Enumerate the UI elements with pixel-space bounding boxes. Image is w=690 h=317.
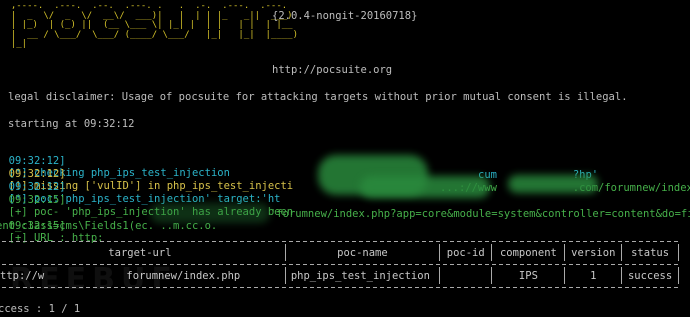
cell-poc-id bbox=[439, 267, 493, 284]
col-target-url: target-url bbox=[0, 244, 286, 261]
redaction-blur bbox=[360, 176, 490, 198]
freebuf-watermark: REEBUF bbox=[10, 262, 178, 297]
col-status: status bbox=[621, 244, 679, 261]
pocsuite-ascii-logo: ,----. .---. .--. .---. . . .-. .---. .-… bbox=[10, 1, 299, 49]
starting-time: starting at 09:32:12 bbox=[8, 118, 135, 130]
cell-status: success bbox=[621, 267, 679, 284]
table-header-row: target-url poc-name poc-id component ver… bbox=[0, 244, 679, 261]
cell-version: 1 bbox=[564, 267, 623, 284]
cell-poc-name: php_ips_test_injection bbox=[284, 267, 441, 284]
redaction-blur bbox=[150, 203, 270, 223]
version-label: {2.0.4-nongit-20160718} bbox=[272, 10, 418, 22]
success-summary: ccess : 1 / 1 bbox=[0, 303, 81, 315]
cell-component: IPS bbox=[491, 267, 566, 284]
legal-disclaimer: legal disclaimer: Usage of pocsuite for … bbox=[8, 91, 628, 103]
redaction-blur bbox=[508, 175, 598, 193]
log-time: 09:32:15] bbox=[8, 194, 66, 206]
col-poc-name: poc-name bbox=[284, 244, 441, 261]
col-version: version bbox=[564, 244, 623, 261]
col-poc-id: poc-id bbox=[439, 244, 493, 261]
log-text-tail: 'forumnew/index.php?app=core&module=syst… bbox=[270, 208, 690, 220]
pocsuite-url: http://pocsuite.org bbox=[272, 64, 393, 76]
col-component: component bbox=[491, 244, 566, 261]
